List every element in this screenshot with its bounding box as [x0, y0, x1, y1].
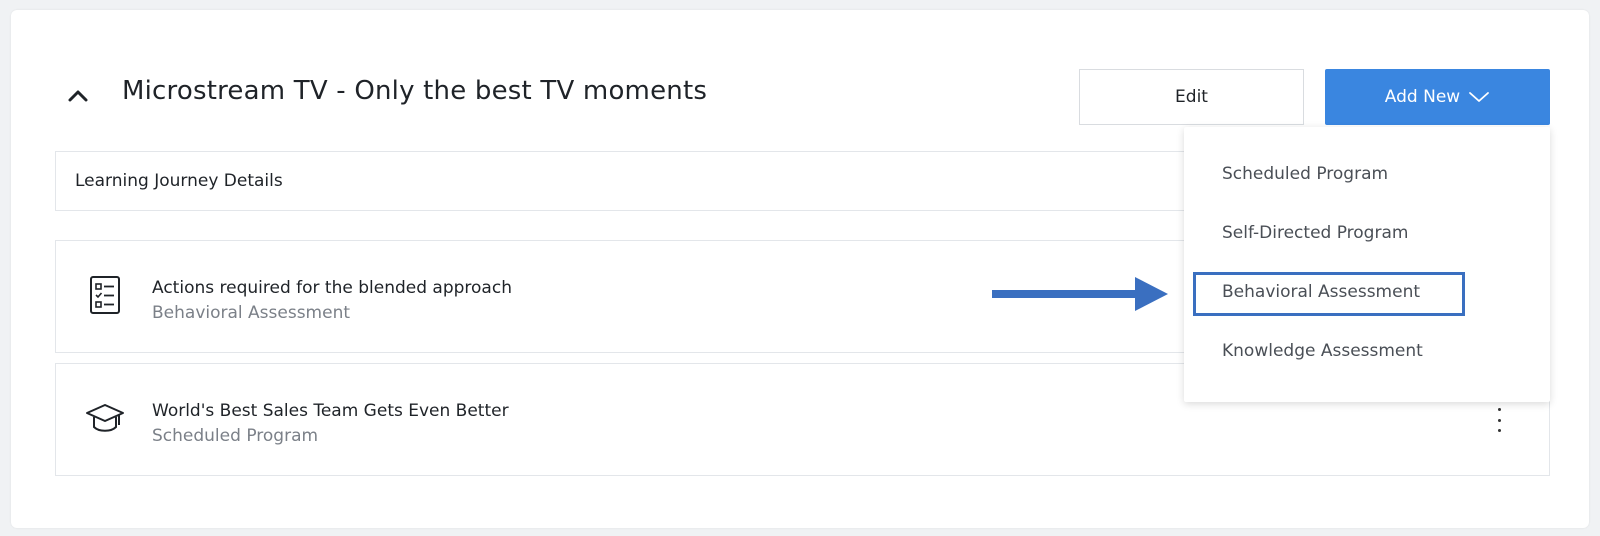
kebab-dot-icon: [1497, 429, 1501, 432]
list-item-title: Actions required for the blended approac…: [152, 278, 512, 298]
menu-item-behavioral-assessment[interactable]: Behavioral Assessment: [1222, 282, 1420, 302]
add-new-button-label: Add New: [1384, 87, 1461, 107]
more-options-button[interactable]: [1489, 408, 1509, 432]
collapse-toggle-button[interactable]: [64, 82, 92, 110]
add-new-dropdown-menu: Scheduled Program Self-Directed Program …: [1184, 127, 1550, 402]
menu-item-scheduled-program[interactable]: Scheduled Program: [1222, 164, 1388, 184]
edit-button[interactable]: Edit: [1079, 69, 1304, 125]
list-item-title: World's Best Sales Team Gets Even Better: [152, 401, 509, 421]
add-new-button[interactable]: Add New: [1325, 69, 1550, 125]
page-title: Microstream TV - Only the best TV moment…: [122, 76, 708, 106]
menu-item-knowledge-assessment[interactable]: Knowledge Assessment: [1222, 341, 1423, 361]
chevron-up-icon: [68, 90, 88, 102]
edit-button-label: Edit: [1175, 87, 1208, 107]
kebab-dot-icon: [1497, 408, 1501, 411]
chevron-down-icon: [1469, 92, 1490, 102]
section-title: Learning Journey Details: [75, 171, 283, 191]
kebab-dot-icon: [1497, 418, 1501, 422]
list-item-type: Scheduled Program: [152, 426, 319, 446]
menu-item-self-directed-program[interactable]: Self-Directed Program: [1222, 223, 1408, 243]
checklist-icon: [90, 276, 120, 314]
annotation-arrow-icon: [992, 277, 1168, 311]
graduation-cap-icon: [86, 404, 124, 432]
list-item-type: Behavioral Assessment: [152, 303, 351, 323]
